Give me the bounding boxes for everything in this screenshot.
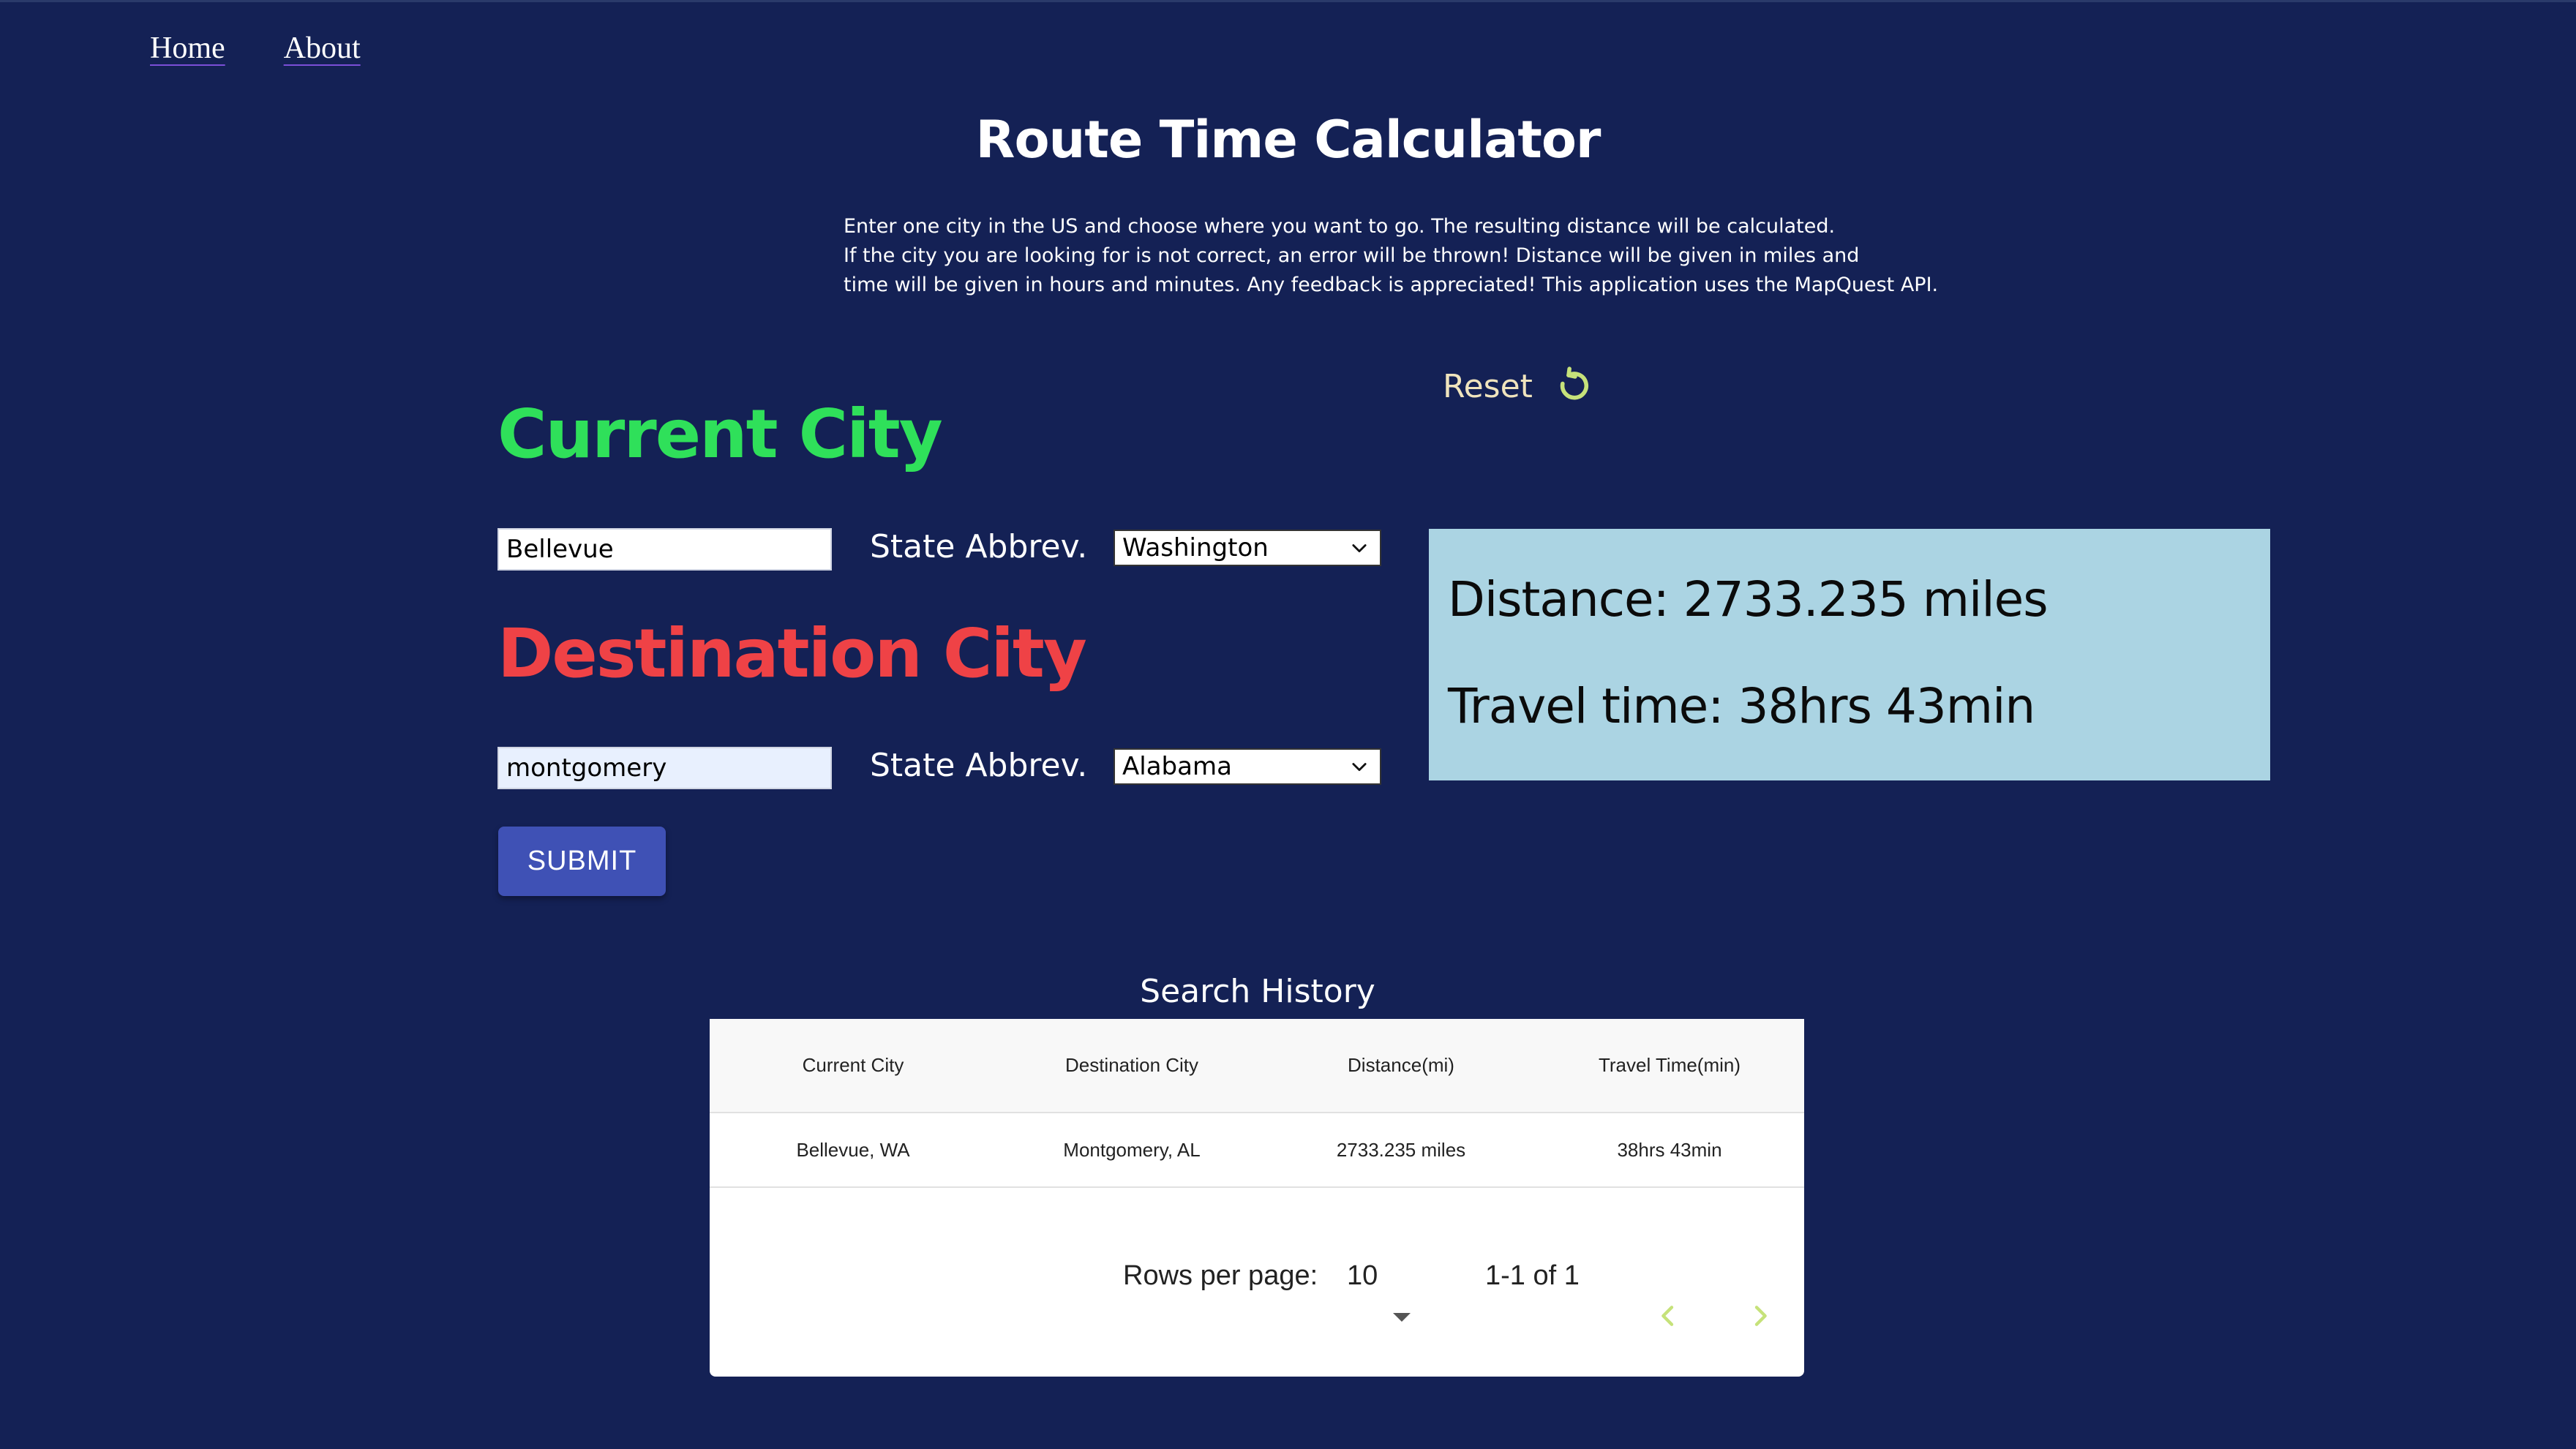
top-border <box>0 0 2576 2</box>
result-panel: Distance: 2733.235 miles Travel time: 38… <box>1429 529 2270 780</box>
distance-result: Distance: 2733.235 miles <box>1448 571 2049 628</box>
reset-button[interactable]: Reset <box>1443 366 1594 407</box>
table-header-row: Current City Destination City Distance(m… <box>710 1019 1804 1113</box>
table-cell: Bellevue, WA <box>796 1138 910 1161</box>
destination-city-heading: Destination City <box>497 614 1087 693</box>
current-city-heading: Current City <box>497 395 943 473</box>
column-header[interactable]: Travel Time(min) <box>1535 1054 1804 1077</box>
travel-time-result: Travel time: 38hrs 43min <box>1448 678 2035 734</box>
destination-state-label: State Abbrev. <box>870 747 1088 784</box>
column-header[interactable]: Destination City <box>996 1054 1267 1077</box>
table-cell: 38hrs 43min <box>1617 1138 1722 1161</box>
pagination-range: 1-1 of 1 <box>1485 1260 1580 1291</box>
description-line: If the city you are looking for is not c… <box>844 244 1860 267</box>
search-history-title: Search History <box>1140 973 1375 1010</box>
nav-home-link[interactable]: Home <box>150 31 225 66</box>
chevron-left-icon[interactable] <box>1653 1301 1683 1331</box>
table-row[interactable]: Bellevue, WA Montgomery, AL 2733.235 mil… <box>710 1113 1804 1188</box>
table-cell: Montgomery, AL <box>1063 1138 1201 1161</box>
description-line: time will be given in hours and minutes.… <box>844 274 1939 296</box>
nav-about-link[interactable]: About <box>284 31 361 66</box>
table-cell: 2733.235 miles <box>1336 1138 1466 1161</box>
chevron-down-icon <box>1352 544 1367 553</box>
page-title: Route Time Calculator <box>975 110 1601 170</box>
chevron-right-icon[interactable] <box>1746 1301 1775 1331</box>
current-city-input[interactable] <box>497 528 832 571</box>
rows-per-page-select[interactable]: 10 <box>1347 1260 1378 1292</box>
destination-state-value: Alabama <box>1122 752 1232 781</box>
current-state-value: Washington <box>1122 533 1269 562</box>
reset-label: Reset <box>1443 367 1533 405</box>
column-header[interactable]: Current City <box>710 1054 996 1077</box>
refresh-icon <box>1560 366 1588 400</box>
rows-per-page-label: Rows per page: <box>1123 1260 1318 1291</box>
chevron-down-icon <box>1352 763 1367 772</box>
top-nav: Home About <box>150 31 361 66</box>
submit-button[interactable]: SUBMIT <box>498 827 666 896</box>
description-line: Enter one city in the US and choose wher… <box>844 215 1836 238</box>
page-description: Enter one city in the US and choose wher… <box>844 212 2014 300</box>
table-pagination: Rows per page: 10 1-1 of 1 <box>710 1260 1804 1333</box>
current-state-select[interactable]: Washington <box>1114 530 1381 566</box>
destination-city-input[interactable] <box>497 747 832 789</box>
column-header[interactable]: Distance(mi) <box>1267 1054 1535 1077</box>
search-history-table: Current City Destination City Distance(m… <box>710 1019 1804 1377</box>
caret-down-icon[interactable] <box>1392 1311 1412 1323</box>
destination-state-select[interactable]: Alabama <box>1114 748 1381 785</box>
current-state-label: State Abbrev. <box>870 528 1088 565</box>
